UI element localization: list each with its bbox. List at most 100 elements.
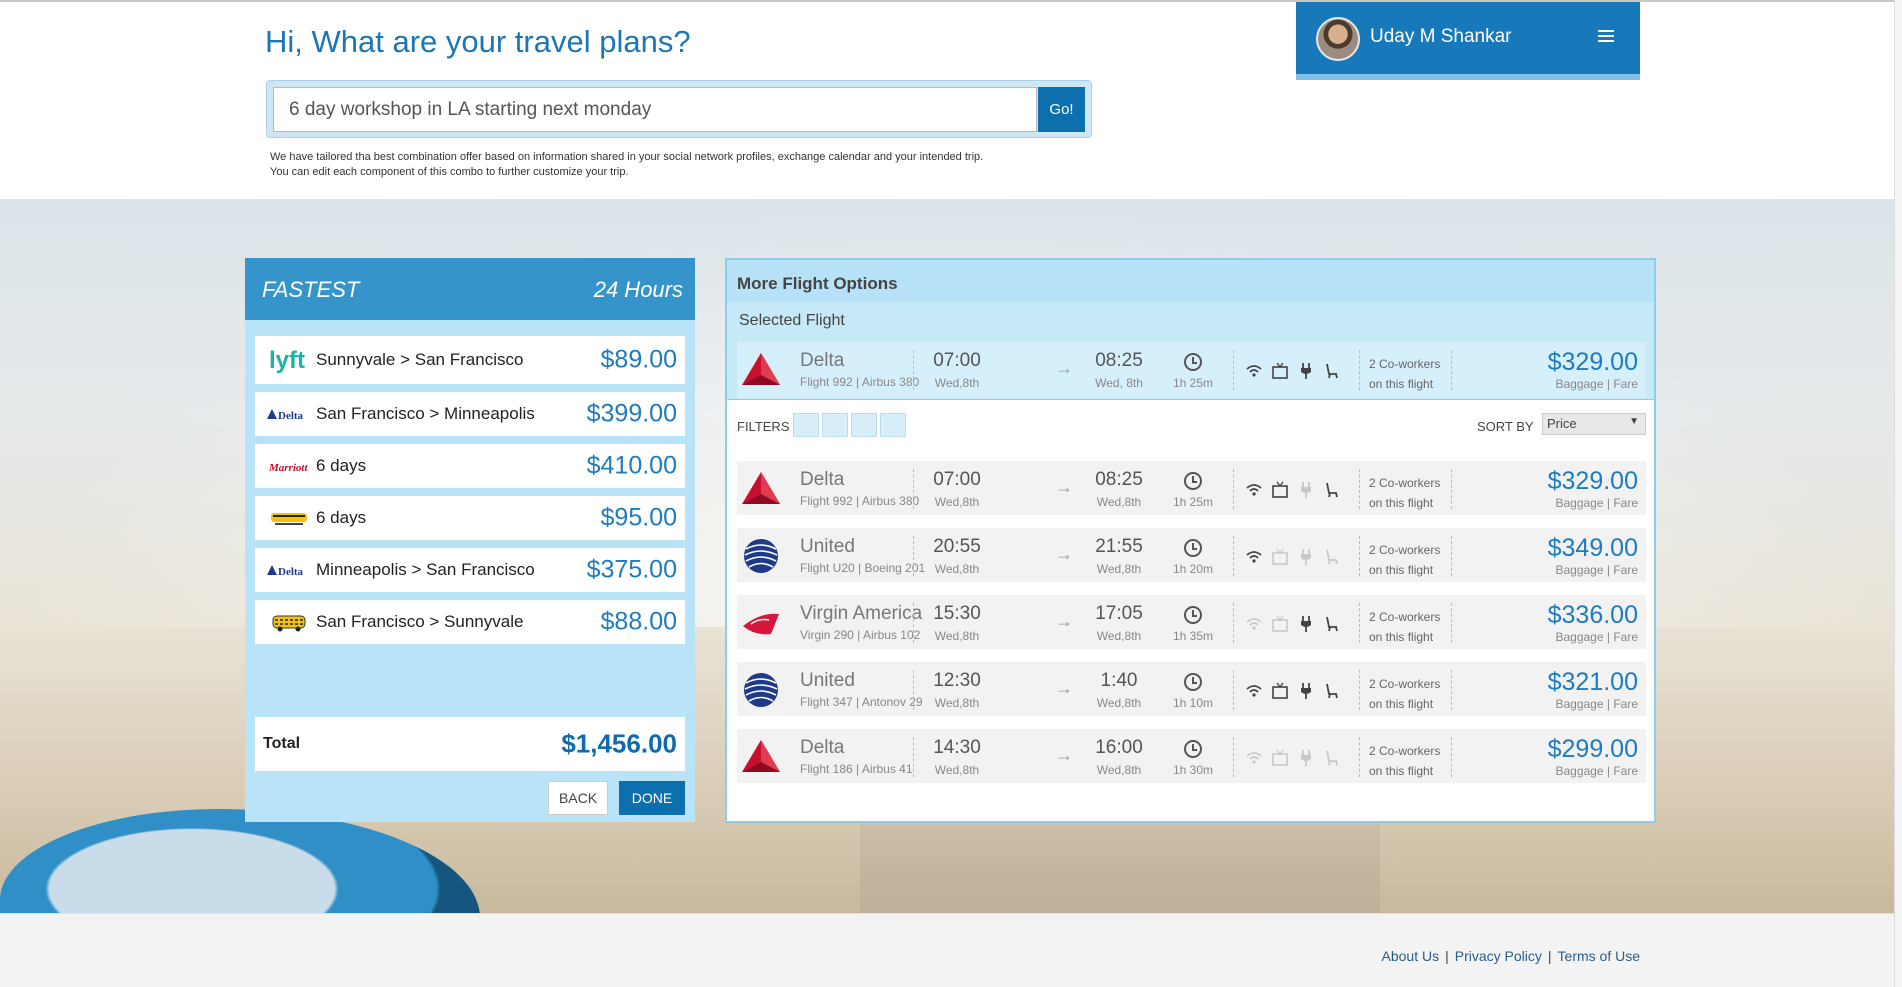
arrow-right-icon: →	[1055, 477, 1073, 497]
svg-text:lyft: lyft	[269, 347, 305, 373]
departure-date: Wed,8th	[934, 495, 980, 509]
flight-number: Flight U20 | Boeing 201	[800, 561, 926, 575]
flight-row[interactable]: United Flight U20 | Boeing 201 20:55 Wed,8t…	[737, 528, 1646, 582]
sort-label: SORT BY	[1477, 419, 1534, 434]
user-panel[interactable]: Uday M Shankar	[1296, 2, 1640, 80]
divider	[1451, 469, 1452, 509]
divider	[913, 350, 914, 390]
wifi-icon	[1245, 682, 1263, 700]
combo-item-desc: San Francisco > Minneapolis	[316, 404, 535, 423]
sort-value: Price	[1547, 416, 1577, 431]
lyft-logo: lyft	[267, 347, 311, 373]
combo-item[interactable]: Delta San Francisco > Minneapolis $399.00	[255, 392, 685, 436]
about-link[interactable]: About Us	[1382, 948, 1440, 964]
delta-logo: Delta	[267, 401, 311, 427]
departure-time: 07:00	[933, 469, 981, 490]
flight-row[interactable]: Virgin America Virgin 290 | Airbus 102 15:…	[737, 595, 1646, 649]
selected-flight-row[interactable]: Delta Flight 992 | Airbus 380 07:00 Wed,8th…	[737, 342, 1646, 398]
divider	[1233, 469, 1234, 509]
search-input[interactable]	[273, 87, 1037, 132]
note-line: We have tailored tha best combination of…	[270, 151, 984, 163]
combo-card: FASTEST 24 Hours lyft Sunnyvale > San Fra…	[245, 258, 695, 822]
coworkers-info: 2 Co-workers on this flight	[1369, 741, 1440, 781]
chevron-down-icon: ▼	[1629, 416, 1639, 427]
combo-item[interactable]: San Francisco > Sunnyvale $88.00	[255, 600, 685, 644]
go-button[interactable]: Go!	[1038, 87, 1085, 132]
power-outlet-icon	[1297, 749, 1315, 767]
combo-item-desc: Minneapolis > San Francisco	[316, 560, 535, 579]
done-button[interactable]: DONE	[619, 781, 685, 815]
privacy-link[interactable]: Privacy Policy	[1455, 948, 1542, 964]
departure-time: 14:30	[933, 737, 981, 758]
arrival-date: Wed,8th	[1096, 629, 1142, 643]
flight-number: Flight 347 | Antonov 29	[800, 695, 923, 709]
tv-icon	[1271, 481, 1289, 499]
avatar[interactable]	[1316, 17, 1360, 61]
back-button[interactable]: BACK	[548, 781, 608, 815]
arrival-date: Wed,8th	[1096, 696, 1142, 710]
divider	[1451, 350, 1452, 390]
arrow-right-icon: →	[1055, 544, 1073, 564]
delta-logo	[741, 351, 781, 389]
flight-price: $299.00	[1547, 735, 1638, 763]
combo-item[interactable]: 6 days $95.00	[255, 496, 685, 540]
combo-item[interactable]: Marriott 6 days $410.00	[255, 444, 685, 488]
combo-item-price: $399.00	[586, 399, 677, 428]
combo-title: FASTEST	[262, 277, 360, 302]
amenities	[1245, 682, 1355, 702]
combo-item[interactable]: lyft Sunnyvale > San Francisco $89.00	[255, 336, 685, 384]
clock-icon	[1184, 740, 1202, 758]
scrollbar[interactable]	[1894, 0, 1902, 987]
coworkers-note: on this flight	[1369, 377, 1434, 391]
virgin-logo	[741, 604, 781, 642]
airline-name: Virgin America	[800, 603, 923, 624]
coworkers-count: 2 Co-workers	[1369, 543, 1441, 557]
flight-duration: 1h 25m	[1172, 495, 1214, 509]
svg-text:Delta: Delta	[278, 566, 304, 577]
divider	[1233, 670, 1234, 710]
divider	[1359, 350, 1360, 390]
flight-row[interactable]: Delta Flight 186 | Airbus 41 14:30 Wed,8th →…	[737, 729, 1646, 783]
seat-icon	[1323, 749, 1341, 767]
power-outlet-icon	[1297, 481, 1315, 499]
arrival-date: Wed, 8th	[1095, 376, 1143, 390]
terms-link[interactable]: Terms of Use	[1558, 948, 1640, 964]
baggage-fare: Baggage | Fare	[1555, 377, 1638, 391]
divider	[1233, 536, 1234, 576]
combo-item-desc: San Francisco > Sunnyvale	[316, 612, 524, 631]
combo-item-price: $410.00	[586, 451, 677, 480]
flight-number: Flight 992 | Airbus 380	[800, 494, 920, 508]
svg-text:Marriott: Marriott	[268, 462, 308, 474]
coworkers-note: on this flight	[1369, 563, 1434, 577]
departure-date: Wed,8th	[934, 763, 980, 777]
flight-row[interactable]: United Flight 347 | Antonov 29 12:30 Wed,8t…	[737, 662, 1646, 716]
seat-icon	[1323, 548, 1341, 566]
sort-select[interactable]: Price ▼	[1542, 413, 1646, 435]
user-name[interactable]: Uday M Shankar	[1370, 26, 1512, 48]
power-filter-icon[interactable]	[851, 413, 877, 437]
combo-header: FASTEST 24 Hours	[245, 258, 695, 320]
selected-flight-label: Selected Flight	[739, 312, 845, 329]
coworkers-info: 2 Co-workers on this flight	[1369, 674, 1440, 714]
combo-item[interactable]: Delta Minneapolis > San Francisco $375.00	[255, 548, 685, 592]
combo-item-desc: 6 days	[316, 456, 367, 475]
tv-filter-icon[interactable]	[822, 413, 848, 437]
arrival-time: 17:05	[1095, 603, 1143, 624]
divider	[913, 670, 914, 710]
divider	[913, 469, 914, 509]
arrival-time: 16:00	[1095, 737, 1143, 758]
departure-date: Wed,8th	[934, 376, 980, 390]
marriott-logo: Marriott	[267, 453, 311, 479]
coworkers-count: 2 Co-workers	[1369, 476, 1441, 490]
flight-row[interactable]: Delta Flight 992 | Airbus 380 07:00 Wed,8th…	[737, 461, 1646, 515]
tv-icon	[1271, 749, 1289, 767]
seat-filter-icon[interactable]	[880, 413, 906, 437]
flight-price: $329.00	[1547, 348, 1638, 376]
departure-date: Wed,8th	[934, 562, 980, 576]
wifi-filter-icon[interactable]	[793, 413, 819, 437]
hamburger-menu-icon[interactable]	[1598, 30, 1614, 44]
svg-text:Delta: Delta	[278, 410, 304, 421]
baggage-fare: Baggage | Fare	[1555, 764, 1638, 778]
coworkers-info: 2 Co-workers on this flight	[1369, 473, 1440, 513]
flight-duration: 1h 35m	[1172, 629, 1214, 643]
